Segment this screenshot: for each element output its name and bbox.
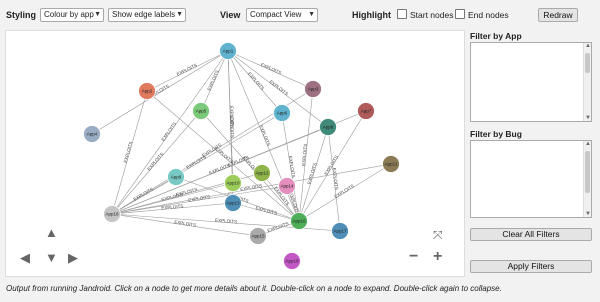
scroll-thumb[interactable] bbox=[585, 151, 590, 193]
apply-filters-button[interactable]: Apply Filters bbox=[470, 260, 592, 273]
view-select-value: Compact View bbox=[250, 10, 302, 19]
graph-node[interactable]: App12 bbox=[253, 164, 271, 182]
pan-left-icon[interactable]: ◀ bbox=[20, 251, 30, 264]
edge-label: EXPLOITS bbox=[260, 62, 282, 76]
scroll-down-icon[interactable]: ▼ bbox=[585, 211, 591, 217]
pan-right-icon[interactable]: ▶ bbox=[68, 251, 78, 264]
app-list-scrollbar[interactable]: ▲ ▼ bbox=[583, 43, 591, 121]
graph-node[interactable]: App5 bbox=[192, 102, 210, 120]
edge-label: EXPLOITS bbox=[229, 116, 235, 138]
view-select[interactable]: Compact View ▼ bbox=[246, 8, 318, 22]
edge-label: EXPLOITS bbox=[301, 144, 308, 166]
edge-label: EXPLOITS bbox=[185, 154, 206, 170]
graph-node[interactable]: App7 bbox=[357, 102, 375, 120]
node-label: App6 bbox=[277, 111, 288, 116]
node-label: App16 bbox=[292, 219, 306, 224]
edge-label: EXPLOITS bbox=[269, 79, 290, 96]
graph-node[interactable]: App2 bbox=[138, 82, 156, 100]
node-label: App5 bbox=[196, 109, 207, 114]
node-label: App9 bbox=[171, 175, 182, 180]
graph-node[interactable]: App1 bbox=[219, 42, 237, 60]
edge-label: EXPLOITS bbox=[123, 141, 134, 164]
chevron-down-icon: ▼ bbox=[308, 11, 315, 18]
edge-label: EXPLOITS bbox=[288, 156, 296, 179]
graph-node[interactable]: App17 bbox=[331, 222, 349, 240]
bug-list-scrollbar[interactable]: ▲ ▼ bbox=[583, 141, 591, 217]
graph-node[interactable]: App10 bbox=[224, 174, 242, 192]
end-nodes-label: End nodes bbox=[468, 10, 509, 20]
view-label: View bbox=[220, 10, 241, 20]
edge-label: EXPLOITS bbox=[206, 69, 220, 91]
clear-all-filters-button[interactable]: Clear All Filters bbox=[470, 228, 592, 241]
graph-node[interactable]: App16 bbox=[290, 212, 308, 230]
scroll-up-icon[interactable]: ▲ bbox=[585, 141, 591, 147]
pan-up-icon[interactable]: ▲ bbox=[45, 226, 58, 239]
edge-label: EXPLOITS bbox=[332, 168, 339, 190]
scroll-down-icon[interactable]: ▼ bbox=[585, 115, 591, 121]
styling-label: Styling bbox=[6, 10, 37, 20]
graph-node[interactable]: App6 bbox=[273, 104, 291, 122]
caption: Output from running Jandroid. Click on a… bbox=[6, 284, 502, 293]
node-label: App19 bbox=[285, 259, 299, 264]
edge-labels-select[interactable]: Show edge labels ▼ bbox=[108, 8, 186, 22]
node-label: App3 bbox=[308, 87, 319, 92]
node-label: App1 bbox=[223, 49, 234, 54]
node-label: App10 bbox=[226, 181, 240, 186]
scroll-thumb[interactable] bbox=[585, 53, 590, 73]
network-graph[interactable]: EXPLOITS EXPLOITS EXPLOITS EXPLOITSEXPLOITS… bbox=[6, 31, 466, 278]
filter-by-bug-title: Filter by Bug bbox=[470, 129, 522, 139]
graph-node[interactable]: App18 bbox=[103, 205, 121, 223]
node-label: App2 bbox=[142, 89, 153, 94]
end-nodes-checkbox[interactable] bbox=[455, 9, 465, 19]
graph-node[interactable]: App3 bbox=[304, 80, 322, 98]
graph-canvas[interactable]: EXPLOITS EXPLOITS EXPLOITS EXPLOITS EXPLOITS… bbox=[5, 30, 465, 277]
colour-select[interactable]: Colour by app ▼ bbox=[40, 8, 104, 22]
edge-labels-select-value: Show edge labels bbox=[112, 10, 176, 19]
chevron-down-icon: ▼ bbox=[94, 11, 101, 18]
graph-node[interactable]: App8 bbox=[319, 118, 337, 136]
edge-label: EXPLOITS bbox=[258, 124, 271, 146]
filter-by-app-title: Filter by App bbox=[470, 31, 522, 41]
edge-label: EXPLOITS bbox=[306, 162, 317, 185]
graph-node[interactable]: App9 bbox=[167, 168, 185, 186]
node-label: App11 bbox=[385, 162, 398, 167]
edge-label: EXPLOITS bbox=[176, 63, 198, 77]
start-nodes-checkbox[interactable] bbox=[397, 9, 407, 19]
graph-node[interactable]: App19 bbox=[283, 252, 301, 270]
filter-by-app-list[interactable]: ▲ ▼ bbox=[470, 42, 592, 122]
toolbar: Styling Colour by app ▼ Show edge labels… bbox=[0, 0, 600, 30]
node-label: App14 bbox=[280, 184, 294, 189]
edge-label: EXPLOITS bbox=[215, 218, 237, 225]
highlight-label: Highlight bbox=[352, 10, 391, 20]
graph-node[interactable]: App15 bbox=[249, 227, 267, 245]
node-label: App13 bbox=[226, 201, 240, 206]
graph-node[interactable]: App14 bbox=[278, 177, 296, 195]
edge-label: EXPLOITS bbox=[247, 71, 265, 91]
pan-down-icon[interactable]: ▼ bbox=[45, 251, 58, 264]
node-label: App4 bbox=[87, 132, 98, 137]
node-label: App8 bbox=[323, 125, 334, 130]
node-label: App12 bbox=[255, 171, 269, 176]
edge-label: EXPLOITS bbox=[208, 163, 230, 176]
edge-label: EXPLOITS bbox=[255, 205, 278, 216]
filter-by-bug-list[interactable]: ▲ ▼ bbox=[470, 140, 592, 218]
edge-label: EXPLOITS bbox=[160, 121, 177, 142]
zoom-in-icon[interactable]: + bbox=[433, 249, 442, 265]
edge-label: EXPLOITS bbox=[174, 219, 197, 227]
colour-select-value: Colour by app bbox=[44, 10, 94, 19]
edge-label: EXPLOITS bbox=[188, 194, 211, 202]
redraw-button[interactable]: Redraw bbox=[538, 8, 578, 22]
node-label: App15 bbox=[251, 234, 265, 239]
graph-node[interactable]: App11 bbox=[382, 155, 400, 173]
start-nodes-label: Start nodes bbox=[410, 10, 454, 20]
graph-node[interactable]: App4 bbox=[83, 125, 101, 143]
scroll-up-icon[interactable]: ▲ bbox=[585, 43, 591, 49]
fit-view-icon[interactable]: ⤧ bbox=[433, 229, 443, 241]
chevron-down-icon: ▼ bbox=[176, 11, 183, 18]
zoom-out-icon[interactable]: − bbox=[409, 249, 418, 265]
node-label: App7 bbox=[361, 109, 372, 114]
node-label: App18 bbox=[105, 212, 119, 217]
node-label: App17 bbox=[333, 229, 347, 234]
graph-node[interactable]: App13 bbox=[224, 194, 242, 212]
